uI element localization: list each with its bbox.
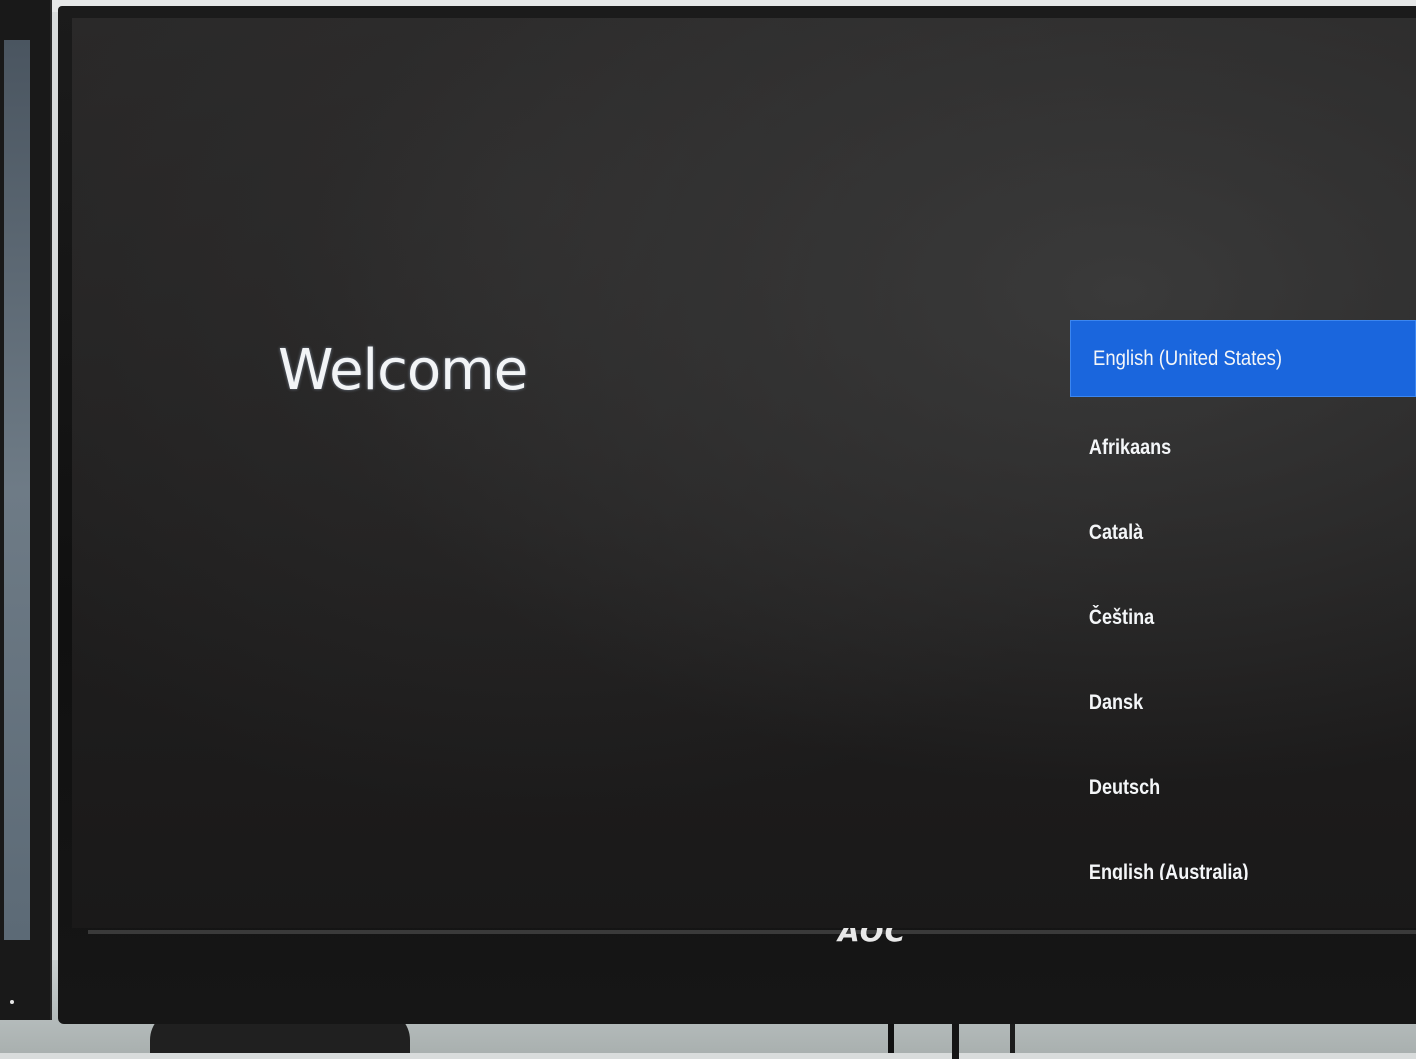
language-item-afrikaans[interactable]: Afrikaans — [1070, 405, 1368, 490]
language-label: Català — [1088, 520, 1144, 544]
power-led — [10, 1000, 14, 1004]
language-item-dansk[interactable]: Dansk — [1070, 660, 1368, 745]
side-monitor-screen — [4, 40, 30, 940]
side-monitor — [0, 0, 52, 1020]
setup-screen: Welcome English (United States) Afrikaan… — [72, 18, 1416, 928]
language-label: English (United States) — [1093, 346, 1283, 370]
language-item-english-us[interactable]: English (United States) — [1070, 320, 1416, 397]
language-list[interactable]: English (United States) Afrikaans Català… — [1070, 320, 1416, 880]
language-item-cestina[interactable]: Čeština — [1070, 575, 1368, 660]
language-label: Deutsch — [1088, 775, 1161, 799]
language-item-catala[interactable]: Català — [1070, 490, 1368, 575]
page-title: Welcome — [278, 338, 528, 403]
language-label: English (Australia) — [1088, 860, 1249, 881]
bezel-edge — [88, 930, 1416, 934]
language-label: Afrikaans — [1088, 435, 1172, 459]
language-label: Čeština — [1088, 605, 1155, 629]
language-label: Dansk — [1088, 690, 1144, 714]
language-item-deutsch[interactable]: Deutsch — [1070, 745, 1368, 830]
language-item-english-australia[interactable]: English (Australia) — [1070, 830, 1368, 881]
